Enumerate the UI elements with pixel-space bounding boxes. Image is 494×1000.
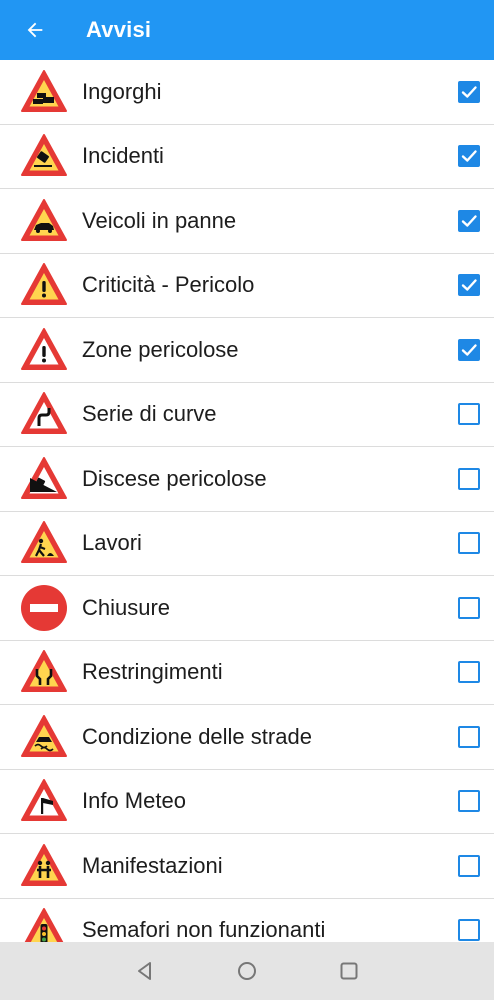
crosswind-sign-icon [19, 776, 69, 826]
list-item-label: Criticità - Pericolo [82, 272, 255, 298]
check-icon [461, 344, 477, 356]
pedestrians-sign-icon [19, 841, 69, 891]
checkbox[interactable] [458, 338, 480, 361]
checkbox[interactable] [458, 145, 480, 168]
check-icon [461, 86, 477, 98]
accident-sign-icon [19, 131, 69, 181]
list-item-label: Ingorghi [82, 78, 162, 104]
traffic-jam-sign-icon [19, 67, 69, 117]
broken-vehicle-sign-icon [19, 196, 69, 246]
page-title: Avvisi [86, 17, 152, 42]
checkbox[interactable] [458, 919, 480, 942]
check-icon [461, 150, 477, 162]
list-item[interactable]: Criticità - Pericolo [0, 254, 494, 318]
list-item[interactable]: Condizione delle strade [0, 705, 494, 770]
list-item-label: Veicoli in panne [82, 207, 237, 233]
no-entry-sign-icon [19, 583, 69, 633]
checkbox[interactable] [458, 790, 480, 813]
list-item-label: Chiusure [82, 594, 171, 620]
traffic-light-sign-icon [19, 905, 69, 942]
slippery-road-sign-icon [19, 712, 69, 762]
danger-sign-icon [19, 260, 69, 310]
list-item-label: Restringimenti [82, 659, 223, 685]
back-nav-icon [138, 962, 151, 980]
dangerous-zone-sign-icon [19, 325, 69, 375]
nav-home-button[interactable] [196, 942, 298, 1000]
checkbox[interactable] [458, 274, 480, 297]
list-item-label: Lavori [82, 530, 142, 556]
app-bar: Avvisi [0, 0, 494, 60]
list-item-label: Info Meteo [82, 788, 186, 814]
checkbox[interactable] [458, 532, 480, 555]
list-item-label: Manifestazioni [82, 852, 223, 878]
list-item[interactable]: Info Meteo [0, 770, 494, 834]
checkbox[interactable] [458, 661, 480, 684]
alerts-list: Ingorghi Incidenti Veicoli in panne Crit… [0, 60, 494, 942]
checkbox[interactable] [458, 209, 480, 232]
list-item[interactable]: Incidenti [0, 125, 494, 189]
list-item[interactable]: Veicoli in panne [0, 189, 494, 254]
list-item[interactable]: Ingorghi [0, 60, 494, 125]
list-item-label: Serie di curve [82, 401, 217, 427]
checkbox[interactable] [458, 467, 480, 490]
checkbox[interactable] [458, 596, 480, 619]
nav-recents-button[interactable] [298, 942, 400, 1000]
system-navigation-bar [0, 942, 494, 1000]
list-item-label: Incidenti [82, 143, 164, 169]
list-item-label: Condizione delle strade [82, 723, 312, 749]
home-nav-icon [238, 962, 256, 980]
road-narrows-sign-icon [19, 647, 69, 697]
checkbox[interactable] [458, 854, 480, 877]
list-item[interactable]: Manifestazioni [0, 834, 494, 899]
list-item-label: Zone pericolose [82, 336, 239, 362]
checkbox[interactable] [458, 403, 480, 426]
back-button[interactable] [0, 0, 70, 60]
list-item[interactable]: Chiusure [0, 576, 494, 641]
list-item[interactable]: Serie di curve [0, 383, 494, 447]
checkbox[interactable] [458, 80, 480, 103]
steep-descent-sign-icon [19, 454, 69, 504]
check-icon [461, 279, 477, 291]
list-item[interactable]: Restringimenti [0, 641, 494, 705]
nav-back-button[interactable] [94, 942, 196, 1000]
list-item-label: Discese pericolose [82, 465, 267, 491]
roadworks-sign-icon [19, 518, 69, 568]
list-item[interactable]: Semafori non funzionanti [0, 899, 494, 942]
list-item[interactable]: Zone pericolose [0, 318, 494, 383]
check-icon [461, 215, 477, 227]
curves-sign-icon [19, 389, 69, 439]
list-item[interactable]: Lavori [0, 512, 494, 576]
list-item-label: Semafori non funzionanti [82, 917, 326, 942]
recents-nav-icon [340, 962, 358, 980]
arrow-left-icon [27, 22, 43, 38]
checkbox[interactable] [458, 725, 480, 748]
list-item[interactable]: Discese pericolose [0, 447, 494, 512]
